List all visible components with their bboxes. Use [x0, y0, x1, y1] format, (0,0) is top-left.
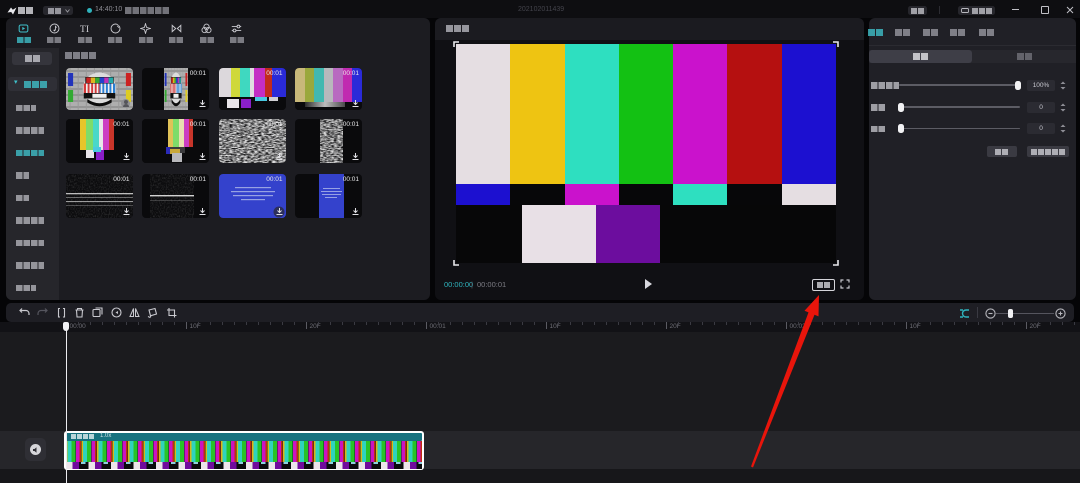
svg-text:TI: TI — [80, 24, 89, 34]
